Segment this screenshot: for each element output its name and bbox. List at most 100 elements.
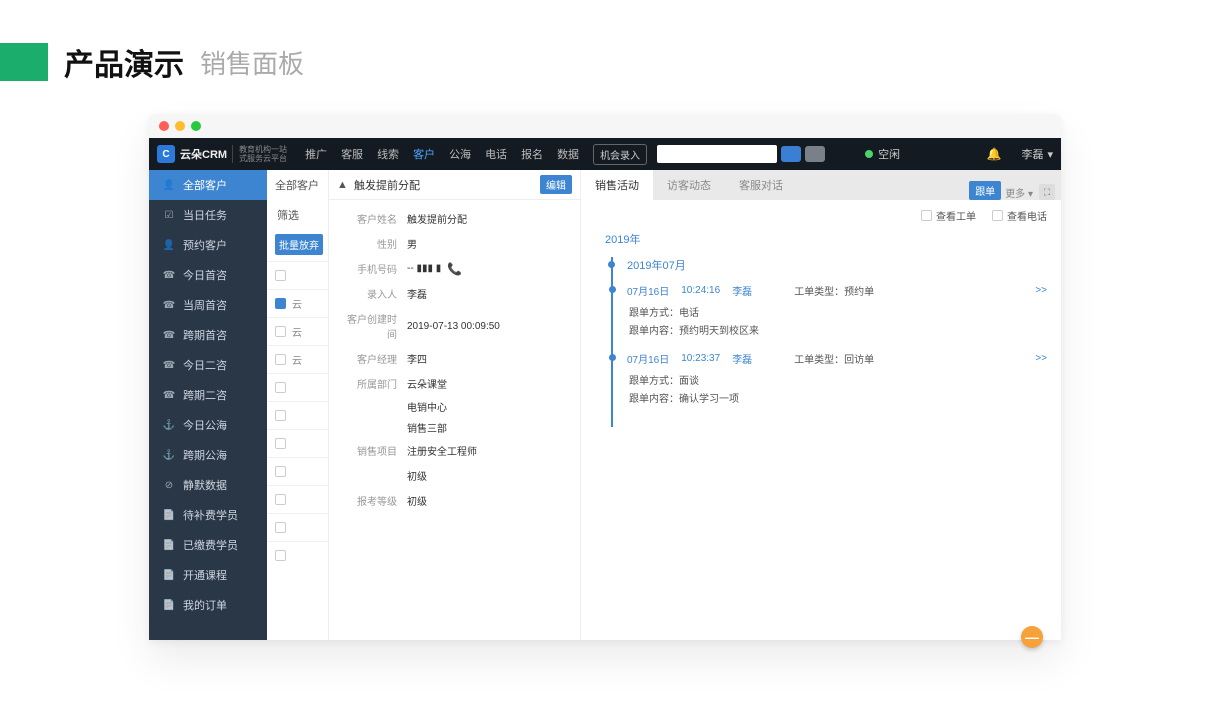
sidebar-item-8[interactable]: ⚓今日公海 [149, 410, 267, 440]
minimize-icon[interactable] [175, 121, 185, 131]
timeline-dot [608, 261, 615, 268]
batch-abandon-button[interactable]: 批量放弃 [275, 234, 323, 255]
row-checkbox[interactable] [275, 522, 286, 533]
nav-item-1[interactable]: 客服 [341, 146, 363, 162]
list-row[interactable]: 云 [267, 317, 328, 345]
customer-detail-panel: ▲ 触发提前分配 编辑 客户姓名触发提前分配性别男手机号码-- ▮▮▮ ▮ 📞录… [329, 170, 581, 640]
content: 👤全部客户☑当日任务👤预约客户☎今日首咨☎当周首咨☎跨期首咨☎今日二咨☎跨期二咨… [149, 170, 1061, 640]
timeline: 2019年 2019年07月 07月16日10:24:16李磊工单类型：预约单>… [581, 231, 1061, 437]
list-row[interactable]: 云 [267, 289, 328, 317]
entry-expand[interactable]: >> [1035, 285, 1047, 296]
sidebar-item-13[interactable]: 📄开通课程 [149, 560, 267, 590]
page-subtitle: 销售面板 [200, 44, 304, 81]
status-indicator[interactable]: 空闲 [865, 146, 900, 162]
entry-expand[interactable]: >> [1035, 353, 1047, 364]
list-row[interactable] [267, 401, 328, 429]
detail-row: 所属部门云朵课堂 [329, 371, 580, 396]
list-row[interactable]: 云 [267, 345, 328, 373]
list-row[interactable] [267, 261, 328, 289]
nav-item-5[interactable]: 电话 [485, 146, 507, 162]
sidebar-item-4[interactable]: ☎当周首咨 [149, 290, 267, 320]
bell-icon[interactable]: 🔔 [987, 147, 1002, 161]
nav-item-6[interactable]: 报名 [521, 146, 543, 162]
maximize-icon[interactable] [191, 121, 201, 131]
sidebar-icon: ☎ [163, 390, 175, 401]
filter-label[interactable]: 筛选 [267, 200, 328, 230]
sidebar-item-10[interactable]: ⊘静默数据 [149, 470, 267, 500]
user-menu[interactable]: 李磊▾ [1021, 146, 1053, 162]
page-header: 产品演示 销售面板 [0, 0, 1210, 114]
detail-body: 客户姓名触发提前分配性别男手机号码-- ▮▮▮ ▮ 📞录入人李磊客户创建时间20… [329, 200, 580, 519]
timeline-month: 2019年07月 [627, 257, 1047, 273]
nav-item-4[interactable]: 公海 [449, 146, 471, 162]
sidebar-item-9[interactable]: ⚓跨期公海 [149, 440, 267, 470]
list-row[interactable] [267, 513, 328, 541]
list-row[interactable] [267, 485, 328, 513]
list-row[interactable] [267, 457, 328, 485]
row-checkbox[interactable] [275, 270, 286, 281]
detail-row: 销售项目注册安全工程师 [329, 438, 580, 463]
view-call-checkbox[interactable]: 查看电话 [992, 208, 1047, 223]
sidebar-item-14[interactable]: 📄我的订单 [149, 590, 267, 620]
nav-item-0[interactable]: 推广 [305, 146, 327, 162]
tab-2[interactable]: 客服对话 [725, 170, 797, 200]
phone-icon[interactable]: 📞 [447, 262, 462, 276]
entry-dot-icon [609, 286, 616, 293]
row-checkbox[interactable] [275, 410, 286, 421]
sidebar-item-1[interactable]: ☑当日任务 [149, 200, 267, 230]
detail-row: 客户经理李四 [329, 346, 580, 371]
row-checkbox[interactable] [275, 494, 286, 505]
expand-icon[interactable]: ⛶ [1039, 184, 1055, 200]
sidebar-item-7[interactable]: ☎跨期二咨 [149, 380, 267, 410]
view-workorder-checkbox[interactable]: 查看工单 [921, 208, 976, 223]
row-checkbox[interactable] [275, 382, 286, 393]
sidebar-icon: ☎ [163, 360, 175, 371]
nav-item-7[interactable]: 数据 [557, 146, 579, 162]
sidebar-icon: ⚓ [163, 420, 175, 431]
sidebar-item-11[interactable]: 📄待补费学员 [149, 500, 267, 530]
edit-button[interactable]: 编辑 [540, 175, 572, 194]
person-icon: ▲ [337, 179, 349, 191]
collapse-fab-button[interactable]: — [1021, 626, 1043, 648]
timeline-line: 2019年07月 07月16日10:24:16李磊工单类型：预约单>>跟单方式：… [611, 257, 1047, 427]
sidebar-item-0[interactable]: 👤全部客户 [149, 170, 267, 200]
row-checkbox[interactable] [275, 466, 286, 477]
sidebar-item-12[interactable]: 📄已缴费学员 [149, 530, 267, 560]
detail-row: 初级 [329, 463, 580, 488]
hangup-button[interactable] [805, 146, 825, 162]
detail-title: 触发提前分配 [354, 177, 420, 193]
view-filters: 查看工单 查看电话 [581, 200, 1061, 231]
sidebar-item-2[interactable]: 👤预约客户 [149, 230, 267, 260]
detail-row: 客户创建时间2019-07-13 00:09:50 [329, 306, 580, 346]
row-checkbox[interactable] [275, 354, 286, 365]
search-input[interactable] [657, 145, 777, 163]
sidebar-icon: ☎ [163, 300, 175, 311]
tab-1[interactable]: 访客动态 [653, 170, 725, 200]
activity-tabs: 销售活动访客动态客服对话 跟单更多 ▾ ⛶ [581, 170, 1061, 200]
record-entry-button[interactable]: 机会录入 [593, 144, 647, 165]
customer-rows: 云云云 [267, 261, 328, 569]
row-checkbox[interactable] [275, 438, 286, 449]
sidebar-item-6[interactable]: ☎今日二咨 [149, 350, 267, 380]
timeline-year: 2019年 [605, 231, 1047, 247]
list-row[interactable] [267, 429, 328, 457]
chevron-down-icon: ▾ [1047, 148, 1053, 161]
nav-item-3[interactable]: 客户 [413, 146, 435, 162]
more-button[interactable]: 更多 ▾ [1005, 185, 1033, 200]
follow-button[interactable]: 跟单 [969, 181, 1001, 200]
sidebar-item-3[interactable]: ☎今日首咨 [149, 260, 267, 290]
nav-item-2[interactable]: 线索 [377, 146, 399, 162]
detail-row: 手机号码-- ▮▮▮ ▮ 📞 [329, 256, 580, 281]
close-icon[interactable] [159, 121, 169, 131]
tab-0[interactable]: 销售活动 [581, 170, 653, 200]
row-checkbox[interactable] [275, 550, 286, 561]
row-checkbox[interactable] [275, 298, 286, 309]
detail-subvalue: 销售三部 [329, 417, 580, 438]
list-row[interactable] [267, 541, 328, 569]
timeline-entry: 07月16日10:24:16李磊工单类型：预约单>>跟单方式：电话跟单内容：预约… [627, 283, 1047, 337]
row-checkbox[interactable] [275, 326, 286, 337]
list-row[interactable] [267, 373, 328, 401]
sidebar-item-5[interactable]: ☎跨期首咨 [149, 320, 267, 350]
call-button[interactable] [781, 146, 801, 162]
sidebar-icon: ☑ [163, 210, 175, 221]
